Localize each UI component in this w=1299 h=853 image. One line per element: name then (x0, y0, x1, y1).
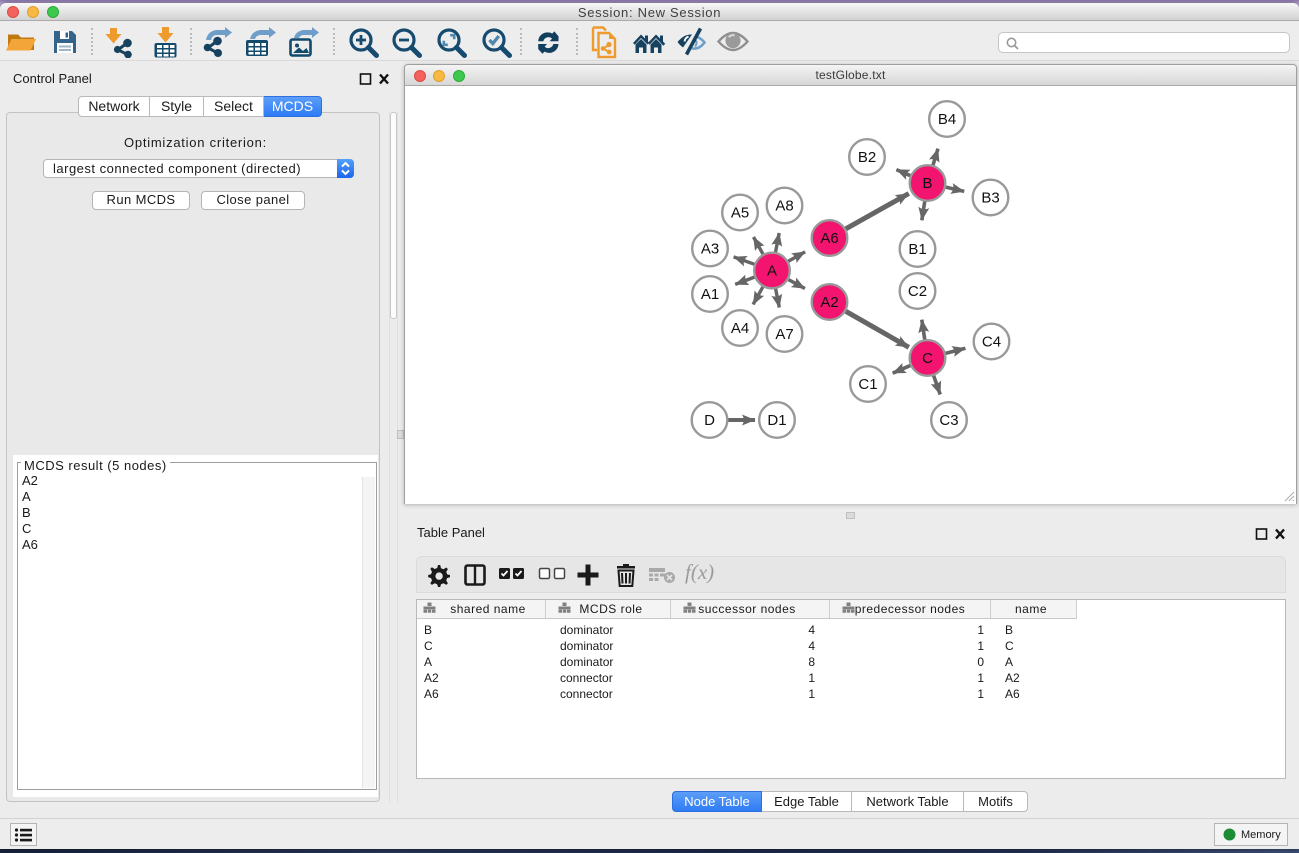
svg-text:name: name (1015, 602, 1047, 616)
svg-text:A6: A6 (820, 230, 838, 247)
svg-text:C2: C2 (908, 283, 927, 300)
svg-text:C1: C1 (858, 376, 877, 393)
svg-text:A4: A4 (731, 320, 749, 337)
svg-text:MCDS role: MCDS role (579, 602, 642, 616)
svg-text:A8: A8 (775, 198, 793, 215)
svg-text:B2: B2 (858, 149, 876, 166)
svg-text:B: B (922, 175, 932, 192)
svg-text:A7: A7 (775, 326, 793, 343)
svg-text:successor nodes: successor nodes (698, 602, 796, 616)
svg-text:A: A (767, 263, 777, 280)
svg-text:predecessor nodes: predecessor nodes (855, 602, 966, 616)
svg-text:A5: A5 (731, 205, 749, 222)
svg-text:A3: A3 (701, 241, 719, 258)
svg-text:D: D (704, 412, 715, 429)
svg-text:B1: B1 (908, 241, 926, 258)
svg-text:A2: A2 (820, 294, 838, 311)
svg-text:C3: C3 (939, 412, 958, 429)
svg-text:C: C (922, 350, 933, 367)
svg-text:B4: B4 (938, 111, 956, 128)
svg-text:C4: C4 (982, 334, 1001, 351)
svg-text:D1: D1 (767, 412, 786, 429)
svg-text:shared name: shared name (450, 602, 526, 616)
svg-text:B3: B3 (981, 190, 999, 207)
svg-text:A1: A1 (701, 286, 719, 303)
